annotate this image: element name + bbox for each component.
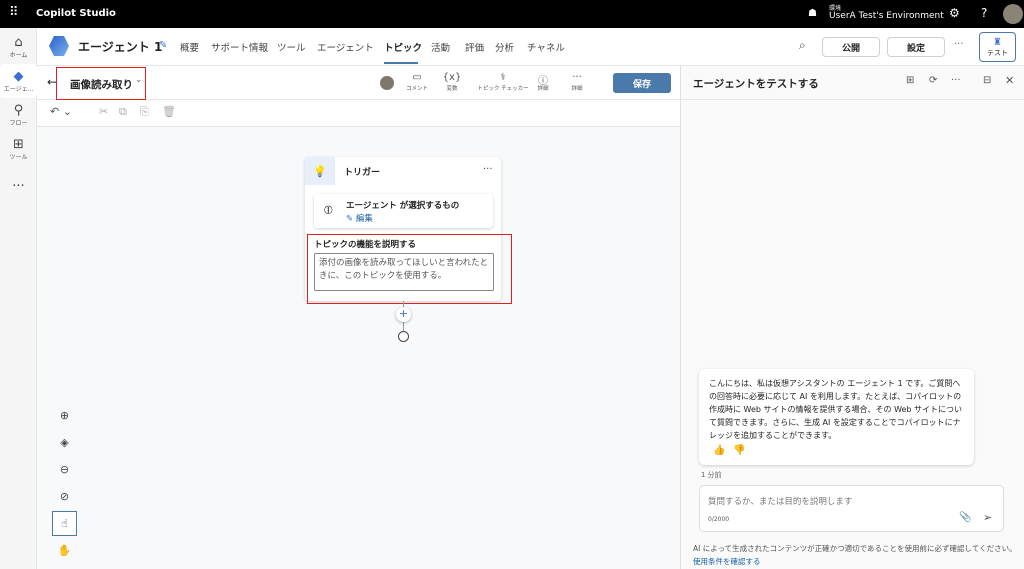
test-button[interactable]: ♜ テスト — [979, 32, 1016, 62]
tab-overview[interactable]: 概要 — [180, 40, 199, 54]
gear-icon[interactable]: ⚙ — [949, 6, 960, 20]
variable-icon: {x} — [442, 72, 462, 83]
lightbulb-icon: 💡 — [305, 157, 335, 185]
pan-hand-icon[interactable]: ✋ — [52, 538, 77, 563]
agent-logo — [49, 36, 69, 56]
stethoscope-icon: ⚕ — [500, 72, 506, 83]
comment-button[interactable]: ▭ コメント — [397, 72, 437, 92]
chat-input[interactable]: 質問するか、または目的を説明します 0/2000 📎 ➢ — [699, 485, 1004, 532]
more-icon: ··· — [572, 72, 582, 83]
attach-icon[interactable]: 📎 — [959, 512, 971, 523]
rail-flows[interactable]: ⚲ フロー — [0, 98, 37, 132]
rail-more[interactable]: ... — [0, 166, 37, 200]
environment-icon: ☗ — [808, 8, 817, 19]
rail-home[interactable]: ⌂ ホーム — [0, 30, 37, 64]
char-counter: 0/2000 — [708, 516, 730, 523]
test-agent-panel: エージェントをテストする ⊞ ⟳ ··· ⊟ ✕ こんにちは、私は仮想アシスタン… — [680, 66, 1024, 569]
rail-tools[interactable]: ⊞ ツール — [0, 132, 37, 166]
app-launcher-icon[interactable]: ⠿ — [9, 5, 19, 20]
tab-channels[interactable]: チャネル — [527, 40, 565, 54]
settings-button[interactable]: 設定 — [887, 37, 945, 57]
tab-analytics[interactable]: 分析 — [495, 40, 514, 54]
user-avatar — [380, 76, 394, 90]
disclaimer-text: AI によって生成されたコンテンツが正確かつ適切であることを使用前に必ず確認して… — [693, 544, 1017, 553]
terms-link[interactable]: 使用条件を確認する — [693, 557, 761, 566]
thumbs-down-icon[interactable]: 👎 — [733, 445, 745, 456]
trigger-title: トリガー — [344, 168, 381, 178]
active-tab-indicator — [384, 62, 418, 64]
tab-tools[interactable]: ツール — [277, 40, 306, 54]
zoom-out-icon[interactable]: ⊖ — [52, 457, 77, 482]
tab-activity[interactable]: 活動 — [431, 40, 450, 54]
recenter-icon[interactable]: ◈ — [52, 430, 77, 455]
home-icon: ⌂ — [14, 34, 23, 50]
description-highlight — [307, 234, 512, 304]
flow-icon: ⚲ — [13, 102, 24, 118]
message-time: 1 分前 — [701, 471, 722, 479]
cut-icon[interactable]: ✂ — [99, 105, 108, 118]
tab-agents[interactable]: エージェント — [317, 40, 374, 54]
tab-knowledge[interactable]: サポート情報 — [211, 40, 268, 54]
test-panel-title: エージェントをテストする — [693, 78, 819, 90]
more-details-button[interactable]: ··· 詳細 — [557, 72, 597, 92]
dock-panel-icon[interactable]: ⊟ — [983, 75, 991, 86]
undo-icon[interactable]: ↶ ⌄ — [50, 105, 72, 118]
edit-link[interactable]: ✎ 編集 — [346, 212, 373, 224]
test-icon: ♜ — [993, 36, 1002, 48]
bot-message-text: こんにちは、私は仮想アシスタントの エージェント 1 です。ご質問への回答時に必… — [709, 379, 963, 440]
variables-button[interactable]: {x} 変数 — [432, 72, 472, 92]
paste-icon[interactable]: ⎘ — [140, 105, 149, 119]
comment-icon: ▭ — [412, 72, 422, 83]
app-title: Copilot Studio — [36, 8, 116, 19]
top-bar: ⠿ Copilot Studio ☗ 環境 UserA Test's Envir… — [0, 0, 1024, 28]
tab-evaluation[interactable]: 評価 — [465, 40, 484, 54]
agent-selects-card[interactable]: ⦶ エージェント が選択するもの ✎ 編集 — [314, 194, 493, 228]
chevron-down-icon[interactable]: ⌄ — [135, 75, 143, 85]
agent-choice-icon: ⦶ — [324, 203, 333, 217]
end-node-icon — [398, 331, 409, 342]
more-icon[interactable]: ··· — [954, 39, 964, 50]
select-pointer-icon[interactable]: ☝ — [52, 511, 77, 536]
publish-button[interactable]: 公開 — [822, 37, 880, 57]
topic-name[interactable]: 画像読み取り — [70, 77, 133, 92]
agent-icon: ◆ — [13, 68, 24, 84]
add-node-button[interactable]: + — [396, 307, 411, 322]
agent-edit-icon[interactable]: ✎ — [159, 40, 167, 51]
save-button[interactable]: 保存 — [613, 73, 671, 93]
edit-toolbar: ↶ ⌄ ✂ ⧉ ⎘ 🗑 — [37, 100, 680, 127]
search-icon[interactable]: ⌕ — [799, 38, 806, 53]
environment-name[interactable]: UserA Test's Environment — [829, 11, 944, 21]
agent-name: エージェント 1 — [78, 40, 163, 54]
send-icon[interactable]: ➢ — [983, 511, 992, 524]
tools-icon: ⊞ — [13, 136, 24, 152]
zoom-in-icon[interactable]: ⊕ — [52, 403, 77, 428]
topic-toolbar: ← 画像読み取り ⌄ ▭ コメント {x} 変数 ⚕ トピック チェッカー ⓘ 詳細 ·… — [37, 66, 680, 100]
close-icon[interactable]: ✕ — [1005, 74, 1014, 87]
avatar[interactable] — [1003, 4, 1023, 24]
more-icon[interactable]: ··· — [951, 75, 961, 86]
rail-agents[interactable]: ◆ エージェ... — [0, 64, 37, 98]
chat-input-placeholder: 質問するか、または目的を説明します — [708, 497, 853, 507]
left-rail: ⌂ ホーム ◆ エージェ... ⚲ フロー ⊞ ツール ... — [0, 28, 37, 569]
minimap-icon[interactable]: ⊘ — [52, 484, 77, 509]
tab-topics[interactable]: トピック — [384, 40, 422, 54]
authoring-canvas[interactable]: 💡 トリガー ··· ⦶ エージェント が選択するもの ✎ 編集 トピックの機能… — [37, 127, 680, 569]
new-conversation-icon[interactable]: ⊞ — [906, 75, 914, 86]
agent-selects-label: エージェント が選択するもの — [346, 201, 460, 211]
more-icon: ... — [12, 175, 25, 190]
bot-message: こんにちは、私は仮想アシスタントの エージェント 1 です。ご質問への回答時に必… — [699, 369, 974, 465]
more-icon[interactable]: ··· — [483, 164, 493, 175]
divider — [681, 99, 1024, 100]
agent-header: エージェント 1 ✎ 概要 サポート情報 ツール エージェント トピック 活動 … — [37, 28, 1024, 66]
edit-link-text[interactable]: 編集 — [356, 214, 373, 224]
thumbs-up-icon[interactable]: 👍 — [713, 445, 725, 456]
copy-icon[interactable]: ⧉ — [119, 105, 127, 119]
disclaimer: AI によって生成されたコンテンツが正確かつ適切であることを使用前に必ず確認して… — [693, 542, 1018, 568]
topic-checker-button[interactable]: ⚕ トピック チェッカー — [477, 72, 529, 92]
delete-icon[interactable]: 🗑 — [162, 105, 176, 118]
help-icon[interactable]: ? — [981, 6, 987, 20]
refresh-icon[interactable]: ⟳ — [929, 75, 937, 86]
